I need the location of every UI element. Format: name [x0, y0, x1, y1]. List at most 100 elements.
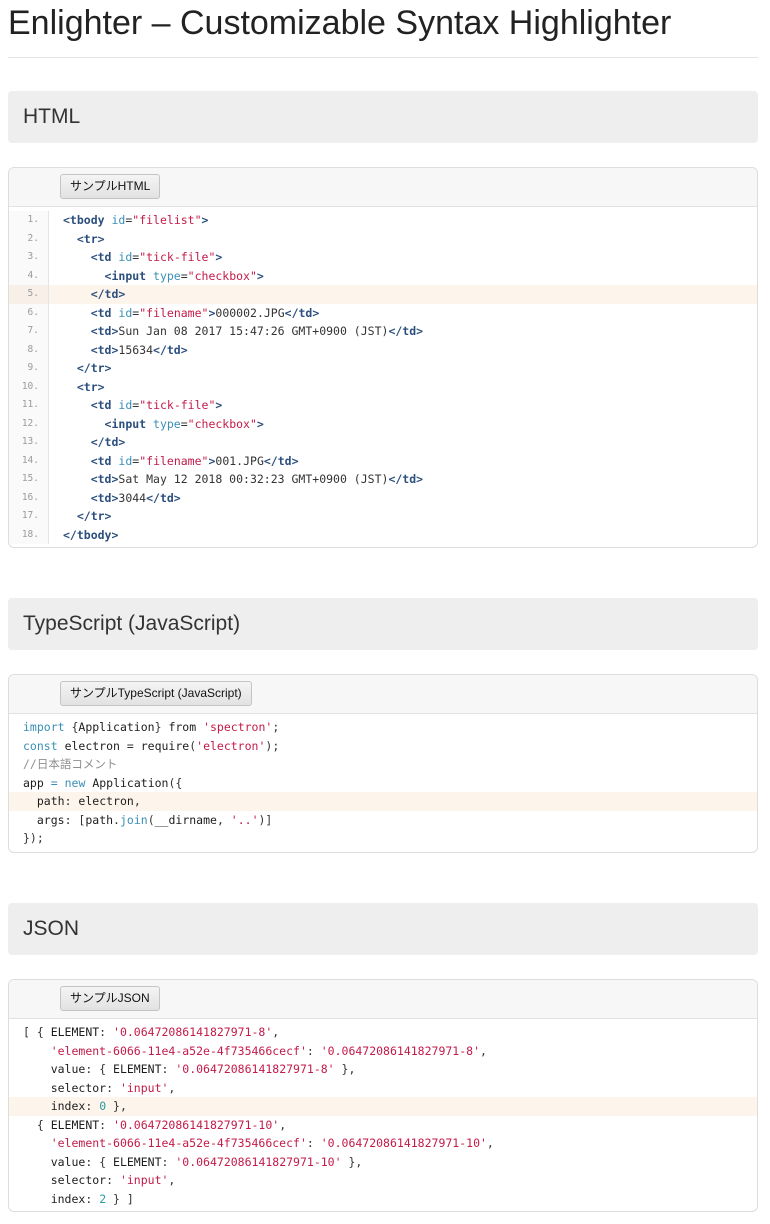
code-block-json: [ { ELEMENT: '0.06472086141827971-8', 'e… [9, 1019, 757, 1208]
code-token: <td> [90, 490, 119, 505]
code-token: ({ [168, 775, 183, 790]
code-token: <input [104, 416, 147, 431]
code-text: </td> [49, 285, 126, 304]
code-token: selector [50, 1080, 107, 1095]
code-token: Application [92, 775, 169, 790]
code-token: "filename" [139, 305, 209, 320]
code-token: <td> [90, 342, 119, 357]
code-token: } ] [106, 1191, 134, 1206]
code-token: : [306, 1136, 321, 1150]
code-token: > [215, 398, 223, 412]
code-token: </td> [153, 342, 188, 357]
code-token: : [99, 1025, 114, 1039]
line-number: 15. [9, 470, 49, 489]
code-token: > [256, 416, 264, 431]
code-token: index [50, 1099, 86, 1113]
code-token: </tbody> [63, 527, 119, 542]
code-toolbar: サンプルJSON [9, 980, 757, 1019]
code-token: ELEMENT [113, 1154, 162, 1169]
code-token: path [36, 794, 65, 808]
line-number: 2. [9, 229, 49, 248]
code-text: <tr> [49, 378, 105, 397]
code-token: id [118, 250, 133, 264]
code-line: path: electron, [9, 792, 757, 811]
code-token: </td> [90, 287, 126, 301]
code-line: 'element-6066-11e4-a52e-4f735466cecf': '… [9, 1134, 757, 1153]
code-line: import {Application} from 'spectron'; [9, 718, 757, 737]
code-line: 4. <input type="checkbox"> [9, 266, 757, 285]
code-text: <td>3044</td> [49, 489, 181, 508]
code-token: ELEMENT [50, 1025, 100, 1039]
code-text: </tr> [49, 359, 112, 378]
code-line: 13. </td> [9, 433, 757, 452]
code-text: </tr> [49, 507, 112, 526]
code-token: id [118, 453, 133, 468]
code-line: 17. </tr> [9, 507, 757, 526]
code-token: : [106, 1173, 120, 1187]
code-token: <td [90, 305, 112, 320]
code-token: 15634 [118, 342, 154, 357]
code-line: index: 0 }, [9, 1097, 757, 1116]
code-line: 10. <tr> [9, 377, 757, 397]
section-heading-html: HTML [8, 91, 758, 143]
code-token: > [256, 268, 264, 283]
line-number: 14. [9, 451, 49, 470]
code-token: <td [90, 453, 112, 468]
code-line: selector: 'input', [9, 1171, 757, 1190]
sample-typescript-button[interactable]: サンプルTypeScript (JavaScript) [60, 681, 252, 706]
code-token: <input [104, 268, 147, 283]
code-token: : [99, 1117, 114, 1132]
code-token: 000002.JPG [215, 305, 285, 320]
code-token: , [480, 1043, 487, 1058]
code-text: <td id="tick-file"> [49, 396, 223, 415]
code-token: index [50, 1191, 86, 1206]
code-token: Sat May 12 2018 00:32:23 GMT+0900 (JST) [118, 472, 389, 486]
code-token: }, [106, 1099, 127, 1113]
code-token: : [306, 1043, 321, 1058]
line-number: 17. [9, 507, 49, 526]
code-token: ); [265, 738, 280, 753]
code-line: 7. <td>Sun Jan 08 2017 15:47:26 GMT+0900… [9, 322, 757, 341]
sample-json-button[interactable]: サンプルJSON [60, 986, 160, 1011]
code-token: Application [78, 720, 155, 734]
code-text: <tbody id="filelist"> [49, 211, 208, 230]
code-token: id [118, 398, 133, 412]
code-token: <td> [90, 472, 119, 486]
code-token: , [168, 1080, 176, 1095]
code-token: <tr> [76, 231, 105, 246]
code-token: }, [341, 1154, 363, 1169]
code-token: Sun Jan 08 2017 15:47:26 GMT+0900 (JST) [118, 324, 389, 338]
code-line: args: [path.join(__dirname, '..')] [9, 811, 757, 830]
code-line: value: { ELEMENT: '0.06472086141827971-1… [9, 1153, 757, 1172]
code-line: [ { ELEMENT: '0.06472086141827971-8', [9, 1023, 757, 1042]
code-token: )] [258, 812, 273, 827]
code-token: '0.06472086141827971-8' [320, 1043, 480, 1058]
code-token: import [23, 720, 65, 734]
code-token: : [85, 1099, 100, 1113]
code-block-typescript: import {Application} from 'spectron'; con… [9, 714, 757, 848]
code-token: 'input' [119, 1080, 169, 1095]
code-token: '0.06472086141827971-8' [175, 1062, 335, 1076]
code-line: 18. </tbody> [9, 525, 757, 544]
code-token: = [180, 268, 188, 283]
code-token: <td [90, 250, 112, 264]
sample-html-button[interactable]: サンプルHTML [60, 174, 161, 199]
code-token: [ { [23, 1025, 51, 1039]
page-title: Enlighter – Customizable Syntax Highligh… [8, 0, 758, 58]
code-text: <td id="tick-file"> [49, 248, 223, 267]
code-token: 'input' [119, 1173, 169, 1187]
code-token: 001.JPG [215, 453, 264, 468]
code-panel-typescript: サンプルTypeScript (JavaScript) import {Appl… [8, 674, 758, 853]
code-token: } [154, 720, 169, 734]
code-panel-html: サンプルHTML 1. <tbody id="filelist"> 2. <tr> 3… [8, 167, 758, 548]
